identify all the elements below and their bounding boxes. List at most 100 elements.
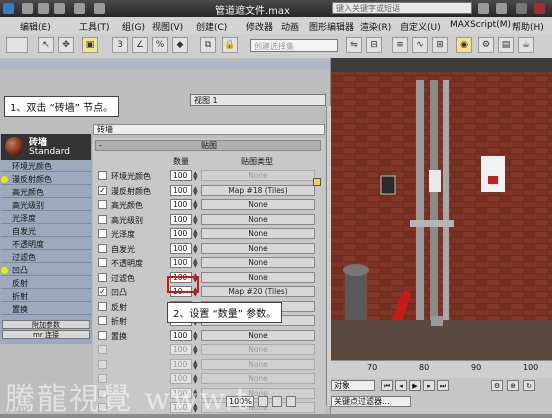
selection-lock-icon[interactable]: 🔒: [222, 37, 238, 53]
undo-icon[interactable]: [74, 3, 85, 14]
help-icon[interactable]: [496, 3, 507, 14]
spinner-arrows-icon[interactable]: ▲▼: [193, 185, 198, 196]
spinner-arrows-icon[interactable]: ▲▼: [193, 330, 198, 341]
material-editor-icon[interactable]: ◉: [456, 37, 472, 53]
map-amount-spinner[interactable]: 100: [170, 228, 192, 239]
go-to-start-icon[interactable]: ⏮: [381, 380, 393, 391]
menu-tools[interactable]: 工具(T): [79, 20, 110, 33]
percent-snap-icon[interactable]: %: [152, 37, 168, 53]
map-enable-checkbox[interactable]: [98, 330, 107, 340]
time-config-icon[interactable]: ⚙: [491, 380, 503, 391]
node-slot-row[interactable]: 漫反射颜色: [1, 174, 91, 185]
perspective-viewport[interactable]: [331, 58, 552, 360]
new-file-icon[interactable]: [22, 3, 33, 14]
node-header[interactable]: 砖墙 Standard: [1, 134, 91, 160]
menu-create[interactable]: 创建(C): [196, 20, 227, 33]
spinner-arrows-icon[interactable]: ▲▼: [193, 229, 198, 240]
zoom-extents-icon[interactable]: ⊕: [507, 380, 519, 391]
spinner-arrows-icon[interactable]: ▲▼: [193, 214, 198, 225]
search-input[interactable]: 键入关键字或短语: [332, 2, 472, 14]
node-slot-row[interactable]: 折射: [1, 291, 91, 302]
map-amount-spinner[interactable]: 100: [170, 329, 192, 341]
node-slot-row[interactable]: 光泽度: [1, 213, 91, 224]
menu-customize[interactable]: 自定义(U): [400, 20, 441, 33]
node-slot-row[interactable]: 过滤色: [1, 252, 91, 263]
orbit-icon[interactable]: ↻: [523, 380, 535, 391]
select-move-icon[interactable]: ✥: [58, 37, 74, 53]
redo-icon[interactable]: [94, 3, 105, 14]
map-enable-checkbox[interactable]: [98, 214, 107, 224]
render-teapot-icon[interactable]: ☕: [518, 37, 534, 53]
save-file-icon[interactable]: [54, 3, 65, 14]
menu-group[interactable]: 组(G): [122, 20, 145, 33]
select-object-icon[interactable]: ↖: [38, 37, 54, 53]
edit-named-selection-icon[interactable]: ⧉: [200, 37, 216, 53]
named-selection-set-input[interactable]: 创建选择集: [250, 39, 338, 52]
curve-editor-icon[interactable]: ∿: [412, 37, 428, 53]
map-enable-checkbox[interactable]: [98, 243, 107, 253]
map-enable-checkbox[interactable]: [98, 301, 107, 311]
map-slot-button[interactable]: None: [201, 199, 315, 210]
mirror-icon[interactable]: ⇋: [346, 37, 362, 53]
minimize-icon[interactable]: [516, 3, 527, 14]
open-file-icon[interactable]: [38, 3, 49, 14]
material-node[interactable]: 砖墙 Standard 环境光颜色 漫反射颜色 高光颜色 高光级别 光泽度 自发光 不透明度…: [0, 134, 92, 344]
prev-frame-icon[interactable]: ◂: [395, 380, 407, 391]
maps-rollout-header[interactable]: - 贴图: [95, 140, 321, 151]
map-enable-checkbox[interactable]: ✓: [98, 185, 107, 195]
spinner-arrows-icon[interactable]: ▲▼: [193, 171, 198, 182]
mr-connection-button[interactable]: mr 连接: [2, 330, 90, 339]
map-enable-checkbox[interactable]: [98, 345, 107, 354]
map-amount-spinner[interactable]: 100: [170, 170, 192, 181]
map-amount-spinner[interactable]: 100: [170, 344, 192, 355]
menu-view[interactable]: 视图(V): [152, 20, 183, 33]
spinner-arrows-icon[interactable]: ▲▼: [193, 359, 198, 370]
map-enable-checkbox[interactable]: [98, 171, 107, 180]
selection-mode-dropdown[interactable]: 对象: [331, 380, 375, 391]
spinner-arrows-icon[interactable]: ▲▼: [193, 258, 198, 269]
menu-maxscript[interactable]: MAXScript(M): [450, 20, 511, 30]
play-icon[interactable]: ▶: [409, 380, 421, 391]
node-slot-row[interactable]: 不透明度: [1, 239, 91, 250]
next-frame-icon[interactable]: ▸: [423, 380, 435, 391]
map-slot-button[interactable]: None: [201, 358, 315, 370]
map-enable-checkbox[interactable]: [98, 272, 107, 282]
align-icon[interactable]: ⊟: [366, 37, 382, 53]
map-enable-checkbox[interactable]: [98, 229, 107, 238]
material-name-field[interactable]: 砖墙: [93, 124, 325, 135]
node-slot-row[interactable]: 自发光: [1, 226, 91, 237]
map-enable-checkbox[interactable]: ✓: [98, 287, 107, 296]
layer-manager-icon[interactable]: ≡: [392, 37, 408, 53]
menu-animation[interactable]: 动画: [281, 20, 299, 33]
connected-slot-icon[interactable]: [1, 176, 8, 183]
connected-slot-icon[interactable]: [1, 267, 8, 274]
extra-params-button[interactable]: 附加参数: [2, 320, 90, 329]
node-slot-row[interactable]: 反射: [1, 278, 91, 289]
map-slot-button[interactable]: None: [201, 257, 315, 268]
map-amount-spinner[interactable]: 100: [170, 199, 192, 210]
node-slot-row[interactable]: 凹凸: [1, 265, 91, 276]
fit-view-icon[interactable]: [286, 396, 296, 407]
search-icon[interactable]: [478, 3, 489, 14]
spinner-arrows-icon[interactable]: ▲▼: [193, 243, 198, 254]
node-slot-row[interactable]: 环境光颜色: [1, 161, 91, 172]
map-enable-checkbox[interactable]: [98, 258, 107, 267]
map-amount-spinner[interactable]: 100: [170, 358, 192, 370]
zoom-icon[interactable]: [258, 396, 268, 407]
snap-toggle-icon[interactable]: 3: [112, 37, 128, 53]
map-enable-checkbox[interactable]: [98, 200, 107, 209]
spinner-snap-icon[interactable]: ◆: [172, 37, 188, 53]
map-amount-spinner[interactable]: 100: [170, 213, 192, 225]
spinner-arrows-icon[interactable]: ▲▼: [193, 200, 198, 211]
key-filters-button[interactable]: 关键点过滤器...: [331, 396, 411, 407]
menu-rendering[interactable]: 渲染(R): [360, 20, 391, 33]
menu-graph-editors[interactable]: 图形编辑器: [309, 20, 354, 33]
node-slot-row[interactable]: 高光颜色: [1, 187, 91, 198]
map-slot-button[interactable]: None: [201, 242, 315, 254]
go-to-end-icon[interactable]: ⏭: [437, 380, 449, 391]
map-slot-button[interactable]: None: [201, 213, 315, 225]
map-amount-spinner[interactable]: 100: [170, 257, 192, 268]
map-slot-button[interactable]: None: [201, 329, 315, 341]
menu-edit[interactable]: 编辑(E): [20, 20, 51, 33]
app-logo-icon[interactable]: [3, 3, 14, 14]
